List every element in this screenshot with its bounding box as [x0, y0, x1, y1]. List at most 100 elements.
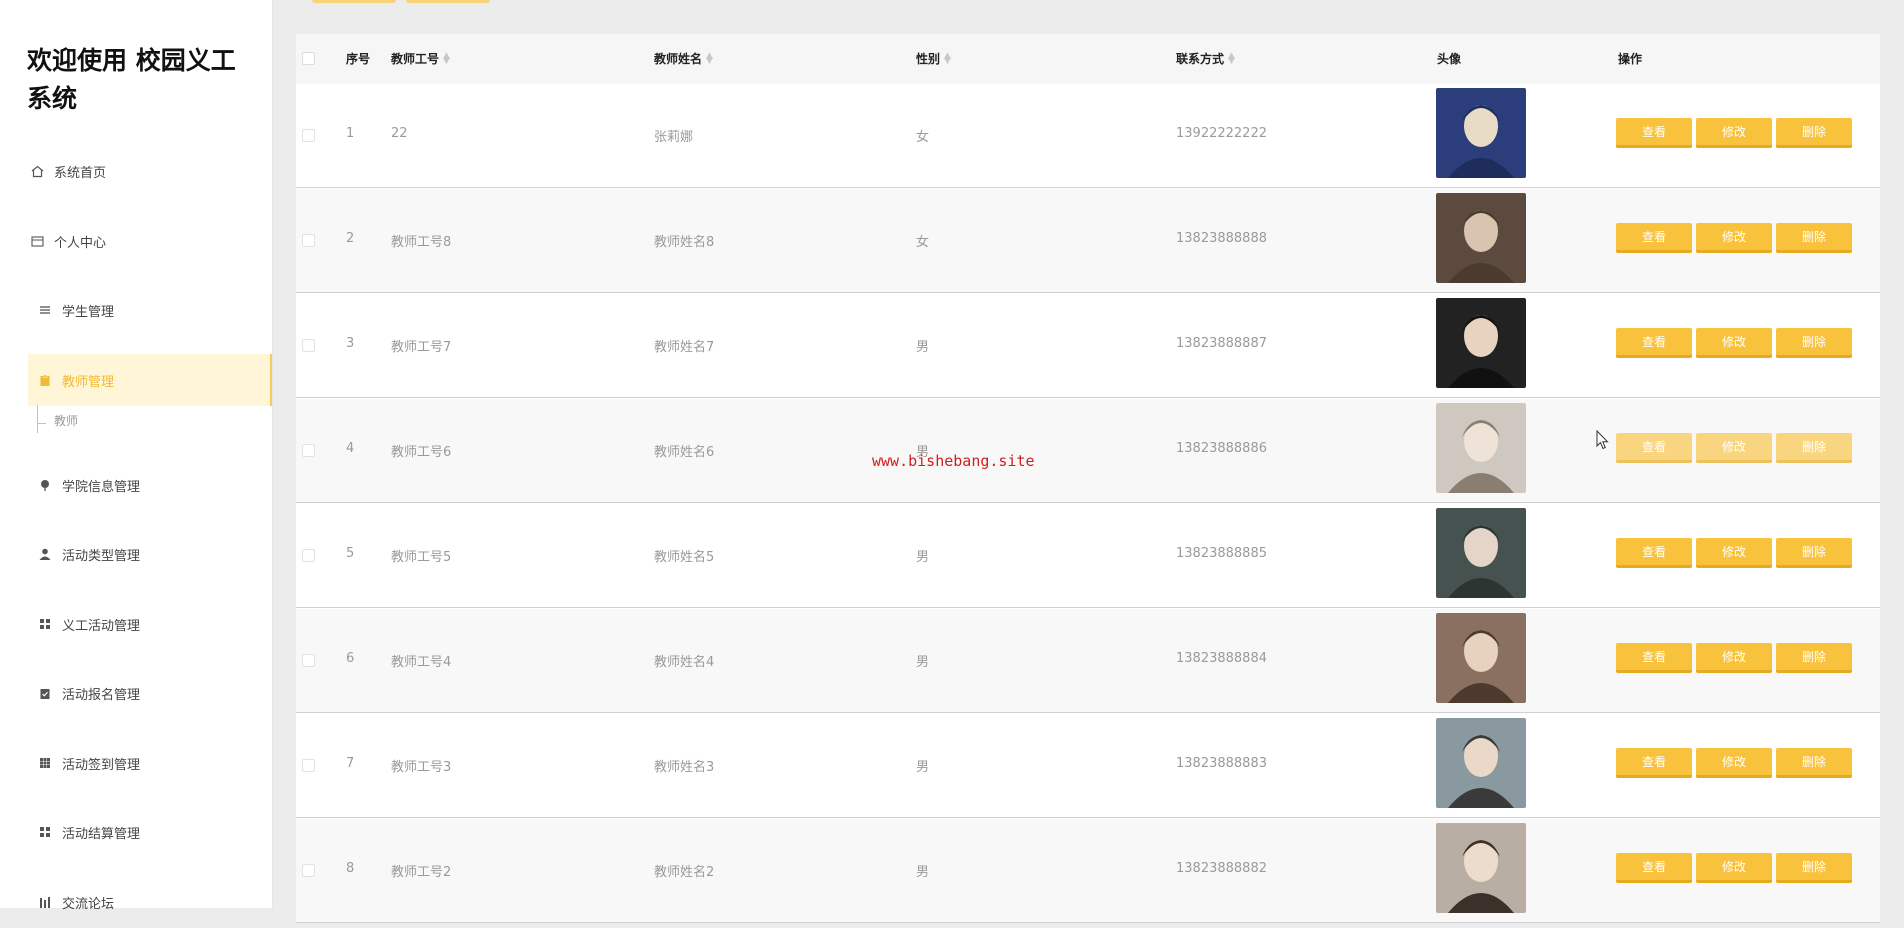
cell-phone: 13823888882: [1176, 861, 1267, 876]
sidebar-item-home[interactable]: 系统首页: [0, 145, 272, 197]
sidebar-item-activity-types[interactable]: 活动类型管理: [0, 528, 272, 580]
delete-button[interactable]: 删除: [1776, 538, 1852, 568]
sidebar-item-teachers[interactable]: 教师管理: [28, 354, 272, 406]
row-checkbox[interactable]: [302, 759, 315, 772]
sidebar: 欢迎使用 校园义工系统 系统首页 个人中心 学生管理 教师管理 教师 学院信息管…: [0, 0, 273, 912]
edit-button[interactable]: 修改: [1696, 643, 1772, 673]
row-checkbox[interactable]: [302, 444, 315, 457]
sidebar-item-label: 学生管理: [62, 304, 115, 320]
row-checkbox[interactable]: [302, 549, 315, 562]
grid-icon: [38, 756, 52, 770]
sidebar-item-college[interactable]: 学院信息管理: [0, 459, 272, 511]
cell-teacher-id: 教师工号2: [391, 865, 452, 880]
sidebar-item-forum[interactable]: 交流论坛: [0, 876, 272, 928]
sidebar-item-label: 活动类型管理: [62, 548, 141, 564]
delete-button[interactable]: 删除: [1776, 328, 1852, 358]
edit-button[interactable]: 修改: [1696, 853, 1772, 883]
cell-gender: 女: [916, 130, 930, 145]
edit-button[interactable]: 修改: [1696, 538, 1772, 568]
cell-index: 2: [346, 231, 355, 246]
row-checkbox[interactable]: [302, 339, 315, 352]
header-gender[interactable]: 性别 ▲ ▼: [916, 50, 952, 67]
table-row: 7 教师工号3 教师姓名3 男 13823888883 查看 修改 删除: [296, 714, 1880, 818]
row-checkbox[interactable]: [302, 234, 315, 247]
sidebar-item-label: 活动签到管理: [62, 757, 141, 773]
sidebar-item-label: 活动结算管理: [62, 826, 141, 842]
cell-index: 8: [346, 861, 355, 876]
delete-button[interactable]: 删除: [1776, 748, 1852, 778]
sort-icon[interactable]: ▲ ▼: [944, 51, 952, 65]
sidebar-item-label: 交流论坛: [62, 896, 115, 912]
view-button[interactable]: 查看: [1616, 118, 1692, 148]
edit-button[interactable]: 修改: [1696, 328, 1772, 358]
avatar: [1436, 718, 1526, 808]
view-button[interactable]: 查看: [1616, 538, 1692, 568]
sidebar-item-registrations[interactable]: 活动报名管理: [0, 667, 272, 719]
cell-teacher-name: 张莉娜: [654, 130, 694, 145]
header-contact[interactable]: 联系方式 ▲ ▼: [1176, 50, 1236, 67]
delete-button[interactable]: 删除: [1776, 118, 1852, 148]
table-row: 6 教师工号4 教师姓名4 男 13823888884 查看 修改 删除: [296, 609, 1880, 713]
header-teacher-id[interactable]: 教师工号 ▲ ▼: [391, 50, 451, 67]
cell-teacher-name: 教师姓名5: [654, 550, 715, 565]
cell-teacher-name: 教师姓名4: [654, 655, 715, 670]
chart-icon: [38, 895, 52, 909]
user-icon: [38, 547, 52, 561]
view-button[interactable]: 查看: [1616, 433, 1692, 463]
cell-phone: 13823888883: [1176, 756, 1267, 771]
edit-button[interactable]: 修改: [1696, 118, 1772, 148]
cell-gender: 男: [916, 760, 930, 775]
view-button[interactable]: 查看: [1616, 328, 1692, 358]
sidebar-item-students[interactable]: 学生管理: [0, 284, 272, 336]
delete-button[interactable]: 删除: [1776, 223, 1852, 253]
table-row: 2 教师工号8 教师姓名8 女 13823888888 查看 修改 删除: [296, 189, 1880, 293]
delete-button[interactable]: 删除: [1776, 853, 1852, 883]
cell-teacher-id: 教师工号5: [391, 550, 452, 565]
delete-button[interactable]: 删除: [1776, 643, 1852, 673]
edit-button[interactable]: 修改: [1696, 433, 1772, 463]
sidebar-item-label: 教师管理: [62, 374, 115, 390]
header-teacher-name[interactable]: 教师姓名 ▲ ▼: [654, 50, 714, 67]
row-checkbox[interactable]: [302, 654, 315, 667]
cell-teacher-name: 教师姓名3: [654, 760, 715, 775]
submenu-line: [37, 405, 38, 433]
cell-teacher-id: 22: [391, 126, 408, 141]
sidebar-item-label: 学院信息管理: [62, 479, 141, 495]
sidebar-subitem-teacher[interactable]: 教师: [54, 412, 78, 429]
cell-phone: 13823888885: [1176, 546, 1267, 561]
sidebar-item-signin[interactable]: 活动签到管理: [0, 737, 272, 789]
row-checkbox[interactable]: [302, 129, 315, 142]
cell-phone: 13823888884: [1176, 651, 1267, 666]
table-row: 8 教师工号2 教师姓名2 男 13823888882 查看 修改 删除: [296, 819, 1880, 923]
delete-button[interactable]: 删除: [1776, 433, 1852, 463]
id-card-icon: [30, 234, 44, 248]
view-button[interactable]: 查看: [1616, 748, 1692, 778]
sort-icon[interactable]: ▲ ▼: [1228, 51, 1236, 65]
cell-teacher-id: 教师工号3: [391, 760, 452, 775]
cell-phone: 13823888887: [1176, 336, 1267, 351]
app-title: 欢迎使用 校园义工系统: [27, 46, 236, 113]
cell-gender: 男: [916, 340, 930, 355]
cell-gender: 男: [916, 865, 930, 880]
submenu-dash: [38, 423, 46, 424]
view-button[interactable]: 查看: [1616, 223, 1692, 253]
sidebar-item-settlement[interactable]: 活动结算管理: [0, 806, 272, 858]
sort-icon[interactable]: ▲ ▼: [443, 51, 451, 65]
sidebar-item-label: 系统首页: [54, 165, 107, 181]
cell-index: 5: [346, 546, 355, 561]
sidebar-item-volunteer-activities[interactable]: 义工活动管理: [0, 598, 272, 650]
header-index: 序号: [346, 52, 371, 66]
view-button[interactable]: 查看: [1616, 643, 1692, 673]
edit-button[interactable]: 修改: [1696, 748, 1772, 778]
edit-button[interactable]: 修改: [1696, 223, 1772, 253]
grid-icon: [38, 825, 52, 839]
cell-gender: 男: [916, 550, 930, 565]
cell-teacher-id: 教师工号6: [391, 445, 452, 460]
sidebar-item-profile[interactable]: 个人中心: [0, 215, 272, 267]
avatar: [1436, 193, 1526, 283]
row-checkbox[interactable]: [302, 864, 315, 877]
pin-icon: [38, 478, 52, 492]
select-all-checkbox[interactable]: [302, 52, 315, 65]
view-button[interactable]: 查看: [1616, 853, 1692, 883]
sort-icon[interactable]: ▲ ▼: [706, 51, 714, 65]
